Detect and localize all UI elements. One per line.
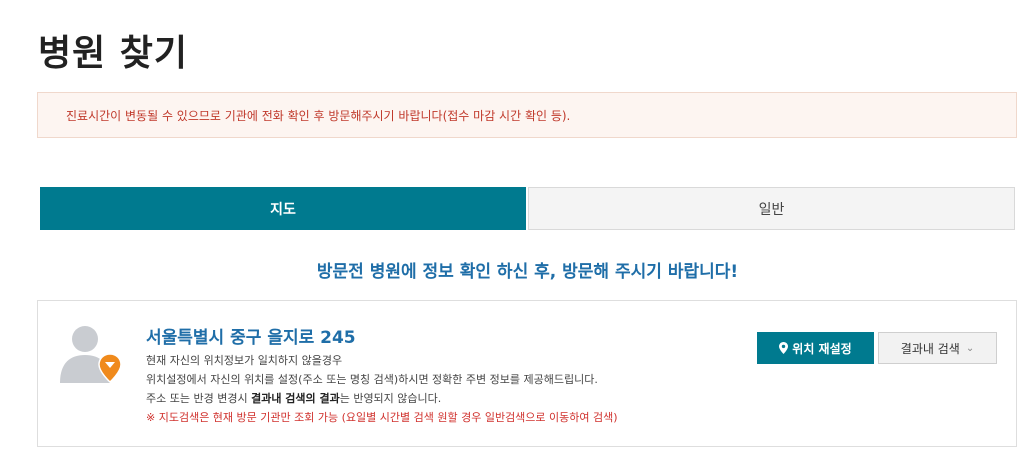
current-address: 서울특별시 중구 을지로 245 — [146, 328, 356, 348]
search-tabs: 지도 일반 — [40, 187, 1015, 230]
tab-map[interactable]: 지도 — [40, 187, 526, 230]
desc-line-3-pre: 주소 또는 반경 변경시 — [146, 392, 252, 405]
desc-warning: ※ 지도검색은 현재 방문 기관만 조회 가능 (요일별 시간별 검색 원할 경… — [146, 411, 618, 424]
notice-text: 진료시간이 변동될 수 있으므로 기관에 전화 확인 후 방문해주시기 바랍니다… — [66, 108, 571, 123]
location-pin-icon — [98, 353, 122, 383]
desc-line-1: 현재 자신의 위치정보가 일치하지 않을경우 — [146, 354, 343, 367]
relocate-button-label: 위치 재설정 — [792, 341, 852, 356]
filter-search-label: 결과내 검색 — [900, 341, 960, 356]
desc-line-3-post: 는 반영되지 않습니다. — [339, 392, 442, 405]
page-title: 병원 찾기 — [38, 33, 189, 74]
map-marker-icon — [779, 342, 789, 354]
relocate-button[interactable]: 위치 재설정 — [757, 332, 874, 364]
location-description: 현재 자신의 위치정보가 일치하지 않을경우 위치설정에서 자신의 위치를 설정… — [146, 351, 618, 427]
tab-general[interactable]: 일반 — [528, 187, 1015, 230]
desc-line-2: 위치설정에서 자신의 위치를 설정(주소 또는 명칭 검색)하시면 정확한 주변… — [146, 373, 598, 386]
chevron-down-icon: ⌄ — [965, 342, 975, 354]
filter-search-button[interactable]: 결과내 검색 ⌄ — [878, 332, 997, 364]
desc-line-3-bold: 결과내 검색의 결과 — [251, 392, 340, 405]
guide-headline: 방문전 병원에 정보 확인 하신 후, 방문해 주시기 바랍니다! — [316, 262, 739, 282]
notice-banner: 진료시간이 변동될 수 있으므로 기관에 전화 확인 후 방문해주시기 바랍니다… — [37, 92, 1017, 138]
location-panel: 서울특별시 중구 을지로 245 현재 자신의 위치정보가 일치하지 않을경우 … — [37, 300, 1017, 447]
desc-line-3: 주소 또는 반경 변경시 결과내 검색의 결과는 반영되지 않습니다. — [146, 389, 618, 408]
